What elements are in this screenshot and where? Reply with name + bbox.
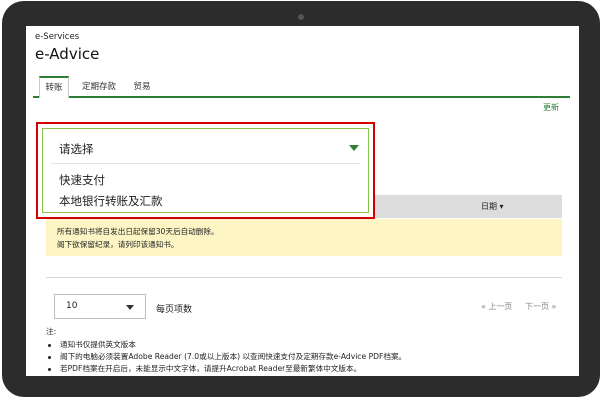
page-size-label: 每页项数: [156, 305, 193, 315]
advice-type-dropdown-highlight: 请选择 快速支付 本地银行转账及汇款: [36, 122, 375, 219]
bullet-icon: [48, 355, 51, 359]
notice-line-1: 所有通知书将自发出日起保留30天后自动删除。: [57, 227, 219, 236]
option-fps[interactable]: 快速支付: [59, 172, 105, 188]
tab-transfer[interactable]: 转账: [39, 76, 69, 98]
tab-time-deposit[interactable]: 定期存款: [75, 78, 123, 96]
option-local-transfer[interactable]: 本地银行转账及汇款: [59, 193, 163, 209]
more-link[interactable]: 更新: [543, 102, 559, 113]
chevron-down-icon[interactable]: [349, 145, 359, 151]
page-title: e-Advice: [35, 45, 100, 63]
prev-page-link[interactable]: « 上一页: [481, 301, 512, 312]
divider: [46, 277, 562, 278]
camera-icon: [298, 14, 304, 20]
note-item: 阁下的电脑必须装置Adobe Reader (7.0或以上版本) 以查阅快速支付…: [46, 351, 406, 362]
note-item: 若PDF档案在开启后，未能显示中文字体，请提升Acrobat Reader至最新…: [46, 363, 361, 374]
date-column-header[interactable]: 日期 ▾: [481, 201, 504, 212]
tablet-frame: e-Services e-Advice 转账 定期存款 贸易 更新 日期 ▾ 请…: [2, 1, 600, 397]
dropdown-divider: [51, 163, 360, 164]
notes-title: 注:: [46, 327, 57, 336]
dropdown-placeholder[interactable]: 请选择: [59, 141, 94, 157]
page-size-value: 10: [66, 301, 78, 311]
notice-line-2: 阁下欲保留纪录，请列印该通知书。: [57, 240, 179, 249]
app-subtitle: e-Services: [35, 32, 80, 42]
table-header-row: 日期 ▾: [375, 195, 562, 218]
bullet-icon: [48, 343, 51, 347]
page-size-select[interactable]: 10: [54, 294, 146, 319]
advice-type-dropdown[interactable]: 请选择 快速支付 本地银行转账及汇款: [42, 128, 369, 213]
note-item: 通知书仅提供英文版本: [46, 339, 136, 350]
screen: e-Services e-Advice 转账 定期存款 贸易 更新 日期 ▾ 请…: [26, 26, 579, 376]
bullet-icon: [48, 367, 51, 371]
tab-trade[interactable]: 贸易: [129, 78, 155, 96]
tab-bar: 转账 定期存款 贸易: [33, 74, 570, 98]
next-page-link[interactable]: 下一页 »: [525, 301, 556, 312]
chevron-down-icon[interactable]: [126, 305, 134, 310]
notice-box: 所有通知书将自发出日起保留30天后自动删除。 阁下欲保留纪录，请列印该通知书。: [46, 219, 562, 256]
